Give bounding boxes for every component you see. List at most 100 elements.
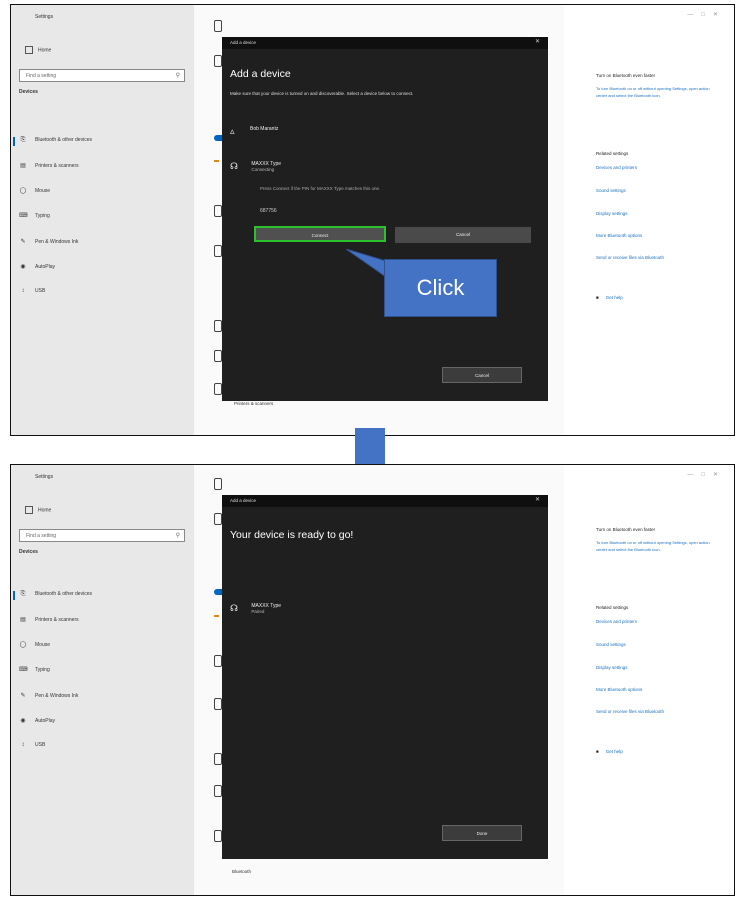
sidebar-item-label: USB	[35, 742, 46, 748]
help-icon: ■	[596, 295, 599, 300]
device-list-item[interactable]: ▵ Bob Marantz	[230, 126, 278, 137]
speaker-icon: ▵	[230, 126, 235, 136]
home-icon	[25, 506, 33, 514]
connect-button[interactable]: Connect	[254, 226, 386, 242]
other-device-icon	[214, 383, 222, 395]
settings-sidebar: Settings Home Find a setting ⚲ Devices ⎘ B…	[11, 5, 194, 435]
scanner-device-icon	[214, 350, 222, 362]
related-heading: Related settings	[596, 605, 629, 610]
get-help-link[interactable]: ■ Get help	[596, 749, 623, 754]
sidebar-item-mouse[interactable]: ◯ Mouse	[19, 641, 189, 651]
related-settings-panel: Turn on Bluetooth even faster To turn Bl…	[581, 5, 731, 435]
home-nav-item[interactable]: Home	[25, 506, 51, 514]
dialog-heading: Add a device	[230, 68, 291, 80]
add-device-dialog: Add a device ✕ Add a device Make sure th…	[222, 37, 548, 401]
sidebar-item-label: Bluetooth & other devices	[35, 137, 92, 143]
sidebar-item-label: Printers & scanners	[35, 163, 79, 169]
headset-icon: ☊	[230, 603, 238, 613]
scanner-device-icon	[214, 785, 222, 797]
screenshot-step-connect: Settings Home Find a setting ⚲ Devices ⎘ B…	[10, 4, 735, 436]
sidebar-item-label: AutoPlay	[35, 718, 56, 724]
device-icon	[214, 55, 222, 67]
link-display-settings[interactable]: Display settings	[596, 211, 628, 216]
link-more-bluetooth[interactable]: More Bluetooth options	[596, 233, 642, 238]
sidebar-item-pen[interactable]: ✎ Pen & Windows Ink	[19, 692, 189, 702]
dialog-title: Add a device	[230, 498, 257, 503]
device-list-item[interactable]: ☊ MAXXX Type Connecting	[230, 161, 281, 172]
sidebar-item-label: Pen & Windows Ink	[35, 239, 79, 245]
help-icon: ■	[596, 749, 599, 754]
tip-description: To turn Bluetooth on or off without open…	[596, 540, 710, 552]
link-sound-settings[interactable]: Sound settings	[596, 642, 626, 647]
done-button[interactable]: Done	[442, 825, 522, 841]
close-icon[interactable]: ✕	[535, 496, 540, 503]
sidebar-item-printers[interactable]: ▤ Printers & scanners	[19, 616, 189, 626]
dialog-cancel-button[interactable]: Cancel	[442, 367, 522, 383]
search-placeholder: Find a setting	[26, 73, 57, 79]
sidebar-item-autoplay[interactable]: ◉ AutoPlay	[19, 717, 189, 727]
sidebar-item-label: AutoPlay	[35, 264, 56, 270]
link-devices-printers[interactable]: Devices and printers	[596, 619, 637, 624]
mouse-icon: ◯	[19, 188, 27, 194]
sidebar-item-typing[interactable]: ⌨ Typing	[19, 212, 189, 222]
keyboard-device-icon	[214, 698, 222, 710]
get-help-label: Get help	[605, 749, 623, 754]
home-icon	[25, 46, 33, 54]
usb-icon: ↕	[21, 288, 25, 294]
mouse-device-icon	[214, 655, 222, 667]
sidebar-item-label: Mouse	[35, 188, 51, 194]
dialog-heading: Your device is ready to go!	[230, 529, 354, 541]
printer-device-icon	[214, 753, 222, 765]
device-list-label: Printers & scanners	[234, 401, 274, 406]
add-device-dialog: Add a device ✕ Your device is ready to g…	[222, 495, 548, 859]
sidebar-item-label: Mouse	[35, 642, 51, 648]
sidebar-item-bluetooth[interactable]: ⎘ Bluetooth & other devices	[13, 137, 189, 147]
cancel-pairing-button[interactable]: Cancel	[395, 227, 531, 243]
sidebar-item-label: Bluetooth & other devices	[35, 591, 92, 597]
printer-icon: ▤	[20, 617, 26, 623]
link-send-receive[interactable]: Send or receive files via Bluetooth	[596, 709, 664, 714]
other-device-icon	[214, 830, 222, 842]
sidebar-item-printers[interactable]: ▤ Printers & scanners	[19, 162, 189, 172]
usb-icon: ↕	[21, 742, 25, 748]
device-status: Paired	[251, 609, 265, 614]
sidebar-item-autoplay[interactable]: ◉ AutoPlay	[19, 263, 189, 273]
search-input[interactable]: Find a setting ⚲	[19, 529, 185, 542]
link-devices-printers[interactable]: Devices and printers	[596, 165, 637, 170]
sidebar-item-bluetooth[interactable]: ⎘ Bluetooth & other devices	[13, 591, 189, 601]
screenshot-step-ready: Settings Home Find a setting ⚲ Devices ⎘ B…	[10, 464, 735, 896]
link-sound-settings[interactable]: Sound settings	[596, 188, 626, 193]
pin-instructions: Press Connect if the PIN for MAXXX Type …	[260, 186, 381, 191]
link-send-receive[interactable]: Send or receive files via Bluetooth	[596, 255, 664, 260]
tip-heading: Turn on Bluetooth even faster	[596, 527, 656, 532]
dialog-instructions: Make sure that your device is turned on …	[230, 91, 414, 96]
search-input[interactable]: Find a setting ⚲	[19, 69, 185, 82]
device-list-item[interactable]: ☊ MAXXX Type Paired	[230, 603, 281, 614]
keyboard-device-icon	[214, 245, 222, 257]
related-heading: Related settings	[596, 151, 629, 156]
status-marker	[214, 615, 219, 617]
get-help-label: Get help	[605, 295, 623, 300]
sidebar-item-pen[interactable]: ✎ Pen & Windows Ink	[19, 238, 189, 248]
close-icon[interactable]: ✕	[535, 38, 540, 45]
mouse-icon: ◯	[19, 642, 27, 648]
sidebar-item-mouse[interactable]: ◯ Mouse	[19, 187, 189, 197]
section-heading: Devices	[19, 89, 38, 95]
section-heading: Devices	[19, 549, 38, 555]
pen-icon: ✎	[20, 239, 26, 245]
sidebar-item-typing[interactable]: ⌨ Typing	[19, 666, 189, 676]
sidebar-item-usb[interactable]: ↕ USB	[19, 742, 189, 752]
device-icon	[214, 513, 222, 525]
headset-icon: ☊	[230, 161, 238, 171]
link-display-settings[interactable]: Display settings	[596, 665, 628, 670]
get-help-link[interactable]: ■ Get help	[596, 295, 623, 300]
device-name: Bob Marantz	[250, 126, 279, 132]
device-list-label: Bluetooth	[232, 869, 252, 874]
link-more-bluetooth[interactable]: More Bluetooth options	[596, 687, 642, 692]
tip-heading: Turn on Bluetooth even faster	[596, 73, 656, 78]
home-nav-item[interactable]: Home	[25, 46, 51, 54]
pin-code: 687756	[260, 208, 277, 214]
sidebar-item-usb[interactable]: ↕ USB	[19, 288, 189, 298]
related-settings-panel: Turn on Bluetooth even faster To turn Bl…	[581, 465, 731, 895]
tip-description: To turn Bluetooth on or off without open…	[596, 86, 710, 98]
